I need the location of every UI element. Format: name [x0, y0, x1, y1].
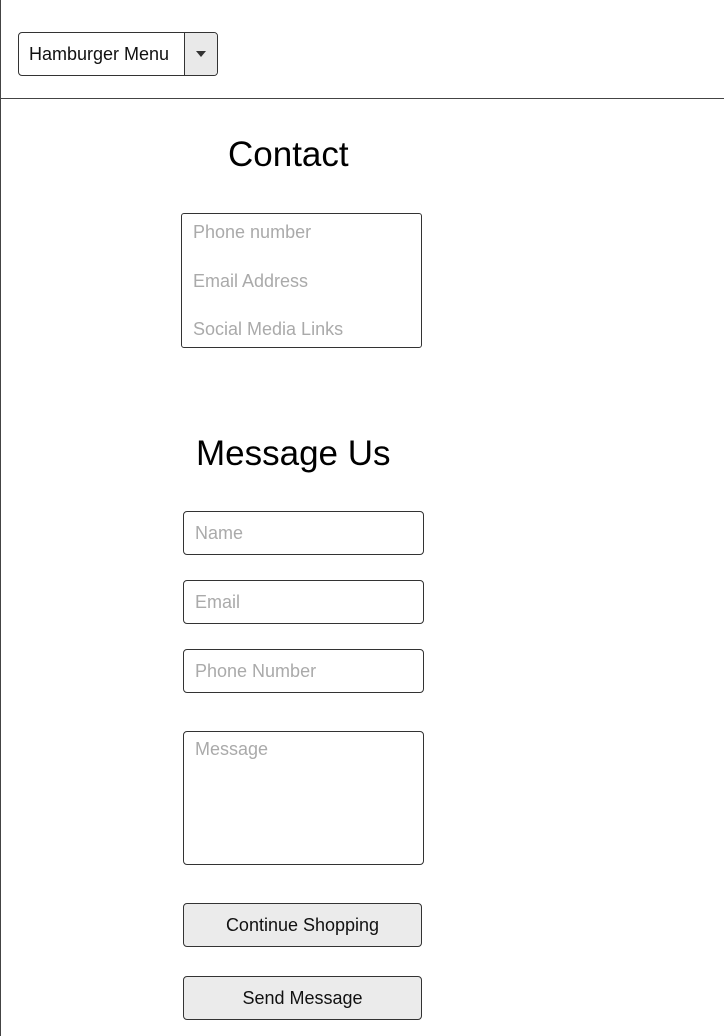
hamburger-menu-label: Hamburger Menu [29, 43, 170, 64]
message-textarea[interactable] [183, 731, 424, 865]
phone-number-input[interactable] [183, 649, 424, 693]
send-message-button[interactable]: Send Message [183, 976, 422, 1020]
chevron-down-icon [196, 51, 206, 57]
continue-shopping-button[interactable]: Continue Shopping [183, 903, 422, 947]
contact-info-box: Phone number Email Address Social Media … [181, 213, 422, 348]
hamburger-menu-dropdown[interactable]: Hamburger Menu [18, 32, 218, 76]
dropdown-toggle-button[interactable] [184, 33, 217, 75]
page-left-border [0, 0, 1, 1036]
name-input[interactable] [183, 511, 424, 555]
contact-social-links-text: Social Media Links [193, 319, 344, 339]
message-us-title: Message Us [196, 434, 391, 473]
contact-title: Contact [228, 135, 349, 174]
contact-email-text: Email Address [193, 271, 309, 291]
page-header: Hamburger Menu [0, 0, 724, 99]
contact-phone-text: Phone number [193, 222, 312, 242]
email-input[interactable] [183, 580, 424, 624]
